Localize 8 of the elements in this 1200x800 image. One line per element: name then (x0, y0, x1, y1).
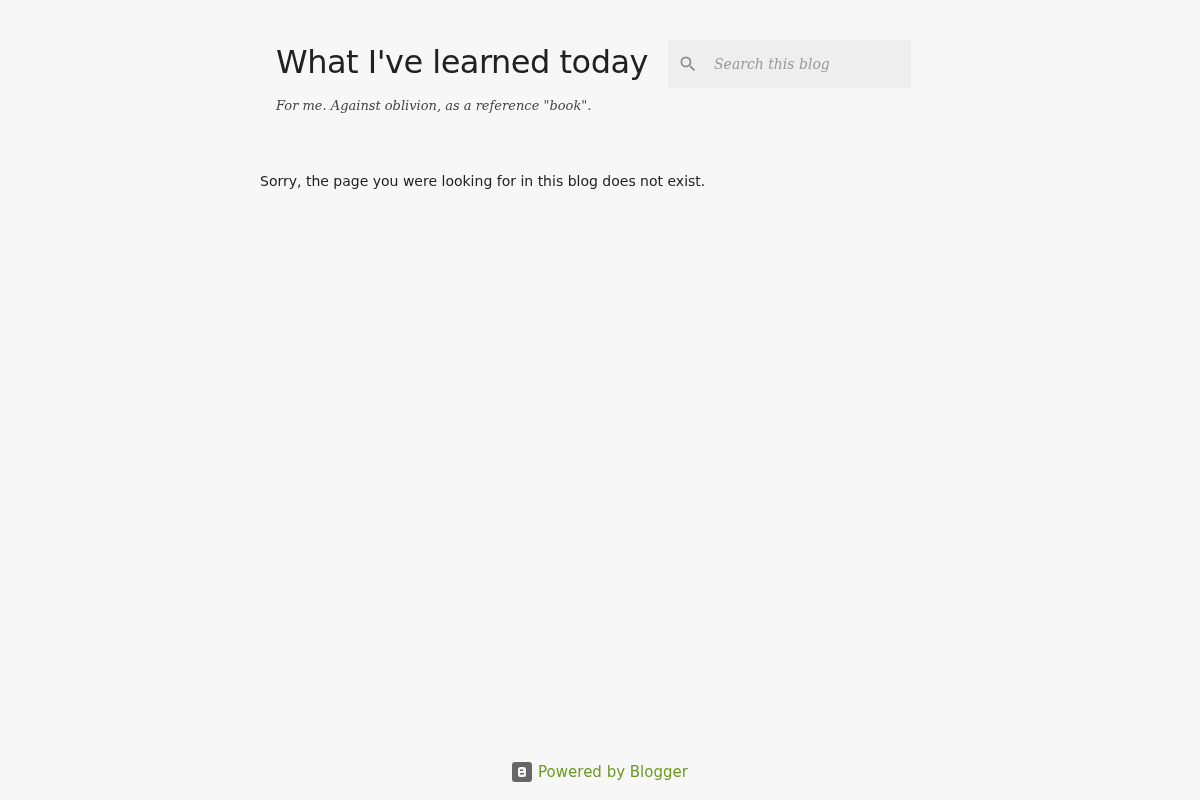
blogger-logo-icon (512, 762, 533, 782)
error-message: Sorry, the page you were looking for in this blog does not exist. (260, 173, 707, 189)
blog-description: For me. Against oblivion, as a reference "book". (276, 98, 593, 113)
search-field[interactable]: Search this blog (712, 55, 896, 73)
blog-title: What I've learned today (276, 42, 648, 83)
powered-by-link[interactable]: Powered by Blogger (538, 763, 688, 781)
search-bar[interactable]: Search this blog (668, 40, 911, 88)
search-icon (678, 54, 698, 74)
